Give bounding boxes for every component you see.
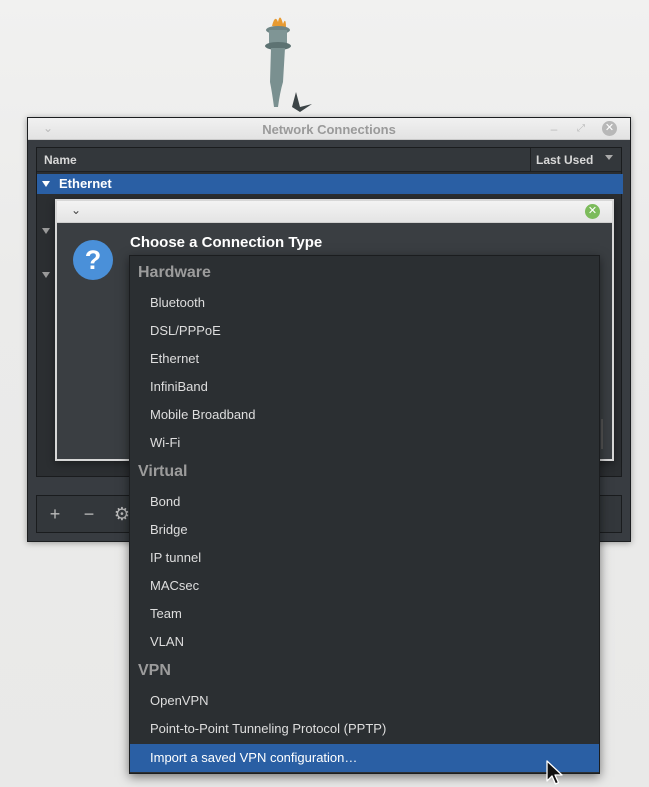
section-vpn: VPN bbox=[138, 662, 171, 679]
section-hardware: Hardware bbox=[138, 264, 211, 281]
add-connection-button[interactable]: + bbox=[40, 499, 70, 529]
menu-item-bond[interactable]: Bond bbox=[150, 494, 180, 509]
expand-arrow-icon[interactable] bbox=[42, 272, 50, 278]
close-icon[interactable]: ✕ bbox=[602, 121, 617, 136]
menu-item-vlan[interactable]: VLAN bbox=[150, 634, 184, 649]
window-titlebar[interactable]: ⌄ Network Connections – ⤢ ✕ bbox=[28, 118, 630, 140]
menu-item-ip-tunnel[interactable]: IP tunnel bbox=[150, 550, 201, 565]
wallpaper-statue-image bbox=[265, 17, 312, 112]
menu-item-openvpn[interactable]: OpenVPN bbox=[150, 693, 209, 708]
menu-item-macsec[interactable]: MACsec bbox=[150, 578, 199, 593]
menu-item-mobile-broadband[interactable]: Mobile Broadband bbox=[150, 407, 256, 422]
dialog-button-edge bbox=[601, 419, 603, 449]
list-header: Name Last Used bbox=[37, 148, 621, 172]
cursor-icon bbox=[546, 760, 563, 785]
maximize-icon[interactable]: ⤢ bbox=[573, 121, 589, 137]
menu-item-pptp[interactable]: Point-to-Point Tunneling Protocol (PPTP) bbox=[150, 721, 386, 736]
menu-item-wifi[interactable]: Wi-Fi bbox=[150, 435, 180, 450]
group-row-ethernet[interactable]: Ethernet bbox=[37, 174, 623, 194]
column-divider bbox=[530, 148, 531, 172]
sort-down-icon bbox=[605, 155, 613, 160]
menu-item-team[interactable]: Team bbox=[150, 606, 182, 621]
window-menu-icon[interactable]: ⌄ bbox=[71, 203, 81, 217]
menu-item-import-vpn[interactable]: Import a saved VPN configuration… bbox=[130, 744, 599, 772]
column-last-used[interactable]: Last Used bbox=[536, 153, 593, 167]
section-virtual: Virtual bbox=[138, 463, 188, 480]
group-label: Ethernet bbox=[59, 176, 112, 191]
column-name[interactable]: Name bbox=[44, 153, 77, 167]
dialog-heading: Choose a Connection Type bbox=[130, 234, 323, 251]
minimize-icon[interactable]: – bbox=[546, 121, 562, 137]
question-icon: ? bbox=[73, 240, 113, 280]
dialog-titlebar[interactable]: ⌄ ✕ bbox=[57, 201, 612, 223]
expand-arrow-icon[interactable] bbox=[42, 228, 50, 234]
menu-item-ethernet[interactable]: Ethernet bbox=[150, 351, 199, 366]
menu-item-bridge[interactable]: Bridge bbox=[150, 522, 188, 537]
menu-item-bluetooth[interactable]: Bluetooth bbox=[150, 295, 205, 310]
expand-arrow-icon[interactable] bbox=[42, 181, 50, 187]
menu-item-dsl-pppoe[interactable]: DSL/PPPoE bbox=[150, 323, 221, 338]
connection-type-dropdown[interactable]: Hardware Bluetooth DSL/PPPoE Ethernet In… bbox=[129, 255, 600, 774]
menu-item-infiniband[interactable]: InfiniBand bbox=[150, 379, 208, 394]
window-title: Network Connections bbox=[262, 122, 396, 137]
remove-connection-button[interactable]: − bbox=[74, 499, 104, 529]
close-icon[interactable]: ✕ bbox=[585, 204, 600, 219]
